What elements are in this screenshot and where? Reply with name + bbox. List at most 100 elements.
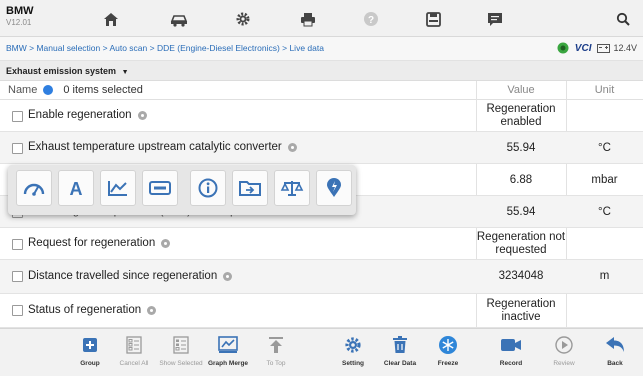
- cancel-all-button[interactable]: Cancel All: [108, 332, 160, 376]
- table-header: Name 0 items selected Value Unit: [0, 81, 643, 100]
- unit-column-header: Unit: [594, 84, 615, 96]
- vehicle-make: BMW: [6, 5, 34, 17]
- to-top-label: To Top: [266, 360, 286, 367]
- row-label: Enable regeneration: [28, 109, 147, 121]
- text-mode-icon[interactable]: A: [58, 170, 94, 206]
- row-value: 3234048: [498, 270, 544, 282]
- software-version: V12.01: [6, 18, 32, 27]
- battery-voltage: 12.4V: [613, 43, 637, 53]
- digital-icon[interactable]: [142, 170, 178, 206]
- breadcrumb-bar: BMW > Manual selection > Auto scan > DDE…: [0, 37, 643, 61]
- row-label: Request for regeneration: [28, 237, 171, 249]
- freeze-button[interactable]: Freeze: [422, 332, 474, 376]
- group-label: Group: [80, 360, 100, 367]
- row-settings-icon[interactable]: [223, 271, 233, 281]
- top-bar: BMW V12.01 ?: [0, 0, 643, 37]
- row-label: Exhaust temperature upstream catalytic c…: [28, 141, 297, 153]
- bottom-toolbar: Group Cancel All Show Selected Graph Mer…: [0, 328, 643, 376]
- waveform-icon[interactable]: [100, 170, 136, 206]
- setting-icon: [342, 334, 364, 356]
- row-value: Regeneration not requested: [476, 231, 566, 256]
- graph-merge-label: Graph Merge: [207, 360, 249, 367]
- snowflake-icon: [437, 334, 459, 356]
- to-top-icon: [265, 334, 287, 356]
- cancel-all-icon: [123, 334, 145, 356]
- vehicle-brand: BMW V12.01: [6, 5, 34, 29]
- to-top-button[interactable]: To Top: [250, 332, 302, 376]
- cancel-all-label: Cancel All: [119, 360, 149, 367]
- vehicle-swap-icon[interactable]: [168, 9, 190, 29]
- table-row[interactable]: Enable regeneration Regeneration enabled: [0, 100, 643, 132]
- row-settings-icon[interactable]: [147, 305, 157, 315]
- home-icon[interactable]: [100, 9, 122, 29]
- print-icon[interactable]: [297, 9, 319, 29]
- dropdown-arrow-icon: ▼: [121, 69, 129, 76]
- clear-data-button[interactable]: Clear Data: [374, 332, 426, 376]
- table-row[interactable]: Request for regeneration Regeneration no…: [0, 228, 643, 260]
- breadcrumb[interactable]: BMW > Manual selection > Auto scan > DDE…: [6, 43, 324, 53]
- row-unit: °C: [598, 142, 611, 154]
- display-mode-popup: A: [8, 165, 356, 215]
- battery-icon: [597, 43, 611, 53]
- clear-data-label: Clear Data: [383, 360, 417, 367]
- vci-indicator: VCI: [574, 42, 592, 54]
- group-icon: [79, 334, 101, 356]
- trigger-icon[interactable]: [316, 170, 352, 206]
- row-value: 55.94: [506, 142, 536, 154]
- show-selected-icon: [170, 334, 192, 356]
- help-icon[interactable]: ?: [360, 9, 382, 29]
- svg-text:?: ?: [368, 15, 374, 26]
- back-button[interactable]: Back: [589, 332, 641, 376]
- freeze-label: Freeze: [437, 360, 459, 367]
- row-value: 6.88: [509, 174, 533, 186]
- table-row[interactable]: Exhaust temperature upstream catalytic c…: [0, 132, 643, 164]
- graph-merge-icon: [217, 334, 239, 356]
- setting-label: Setting: [341, 360, 365, 367]
- row-label: Distance travelled since regeneration: [28, 270, 233, 282]
- system-selector[interactable]: Exhaust emission system ▼: [0, 61, 643, 81]
- info-icon[interactable]: [43, 85, 54, 95]
- battery-status: 12.4V: [597, 43, 637, 53]
- network-icon: [557, 42, 569, 54]
- row-checkbox[interactable]: [12, 239, 23, 250]
- video-record-icon: [500, 334, 522, 356]
- name-column-header: Name 0 items selected: [8, 84, 143, 96]
- value-column-header: Value: [507, 84, 535, 96]
- row-checkbox[interactable]: [12, 305, 23, 316]
- gauge-icon[interactable]: [16, 170, 52, 206]
- row-value: 55.94: [506, 206, 536, 218]
- review-button[interactable]: Review: [538, 332, 590, 376]
- search-icon[interactable]: [612, 9, 634, 29]
- show-selected-label: Show Selected: [159, 360, 203, 367]
- back-label: Back: [607, 360, 623, 367]
- settings-icon[interactable]: [232, 9, 254, 29]
- message-icon[interactable]: [484, 9, 506, 29]
- save-icon[interactable]: [422, 9, 444, 29]
- row-checkbox[interactable]: [12, 271, 23, 282]
- row-checkbox[interactable]: [12, 143, 23, 154]
- svg-text:A: A: [70, 179, 83, 197]
- save-to-icon[interactable]: [232, 170, 268, 206]
- row-settings-icon[interactable]: [161, 238, 171, 248]
- graph-merge-button[interactable]: Graph Merge: [202, 332, 254, 376]
- row-unit: °C: [598, 206, 611, 218]
- table-row[interactable]: Distance travelled since regeneration 32…: [0, 260, 643, 294]
- section-title[interactable]: Exhaust emission system ▼: [6, 66, 129, 76]
- row-unit: m: [599, 270, 610, 282]
- table-row[interactable]: Status of regeneration Regeneration inac…: [0, 294, 643, 328]
- show-selected-button[interactable]: Show Selected: [155, 332, 207, 376]
- row-value: Regeneration inactive: [486, 298, 556, 323]
- play-icon: [553, 334, 575, 356]
- connection-status: VCI 12.4V: [557, 42, 637, 54]
- trash-icon: [389, 334, 411, 356]
- row-unit: mbar: [591, 174, 618, 186]
- setting-button[interactable]: Setting: [327, 332, 379, 376]
- row-settings-icon[interactable]: [137, 110, 147, 120]
- back-arrow-icon: [604, 334, 626, 356]
- row-settings-icon[interactable]: [287, 142, 297, 152]
- record-button[interactable]: Record: [485, 332, 537, 376]
- info-icon[interactable]: [190, 170, 226, 206]
- range-icon[interactable]: [274, 170, 310, 206]
- row-checkbox[interactable]: [12, 111, 23, 122]
- row-value: Regeneration enabled: [486, 103, 556, 128]
